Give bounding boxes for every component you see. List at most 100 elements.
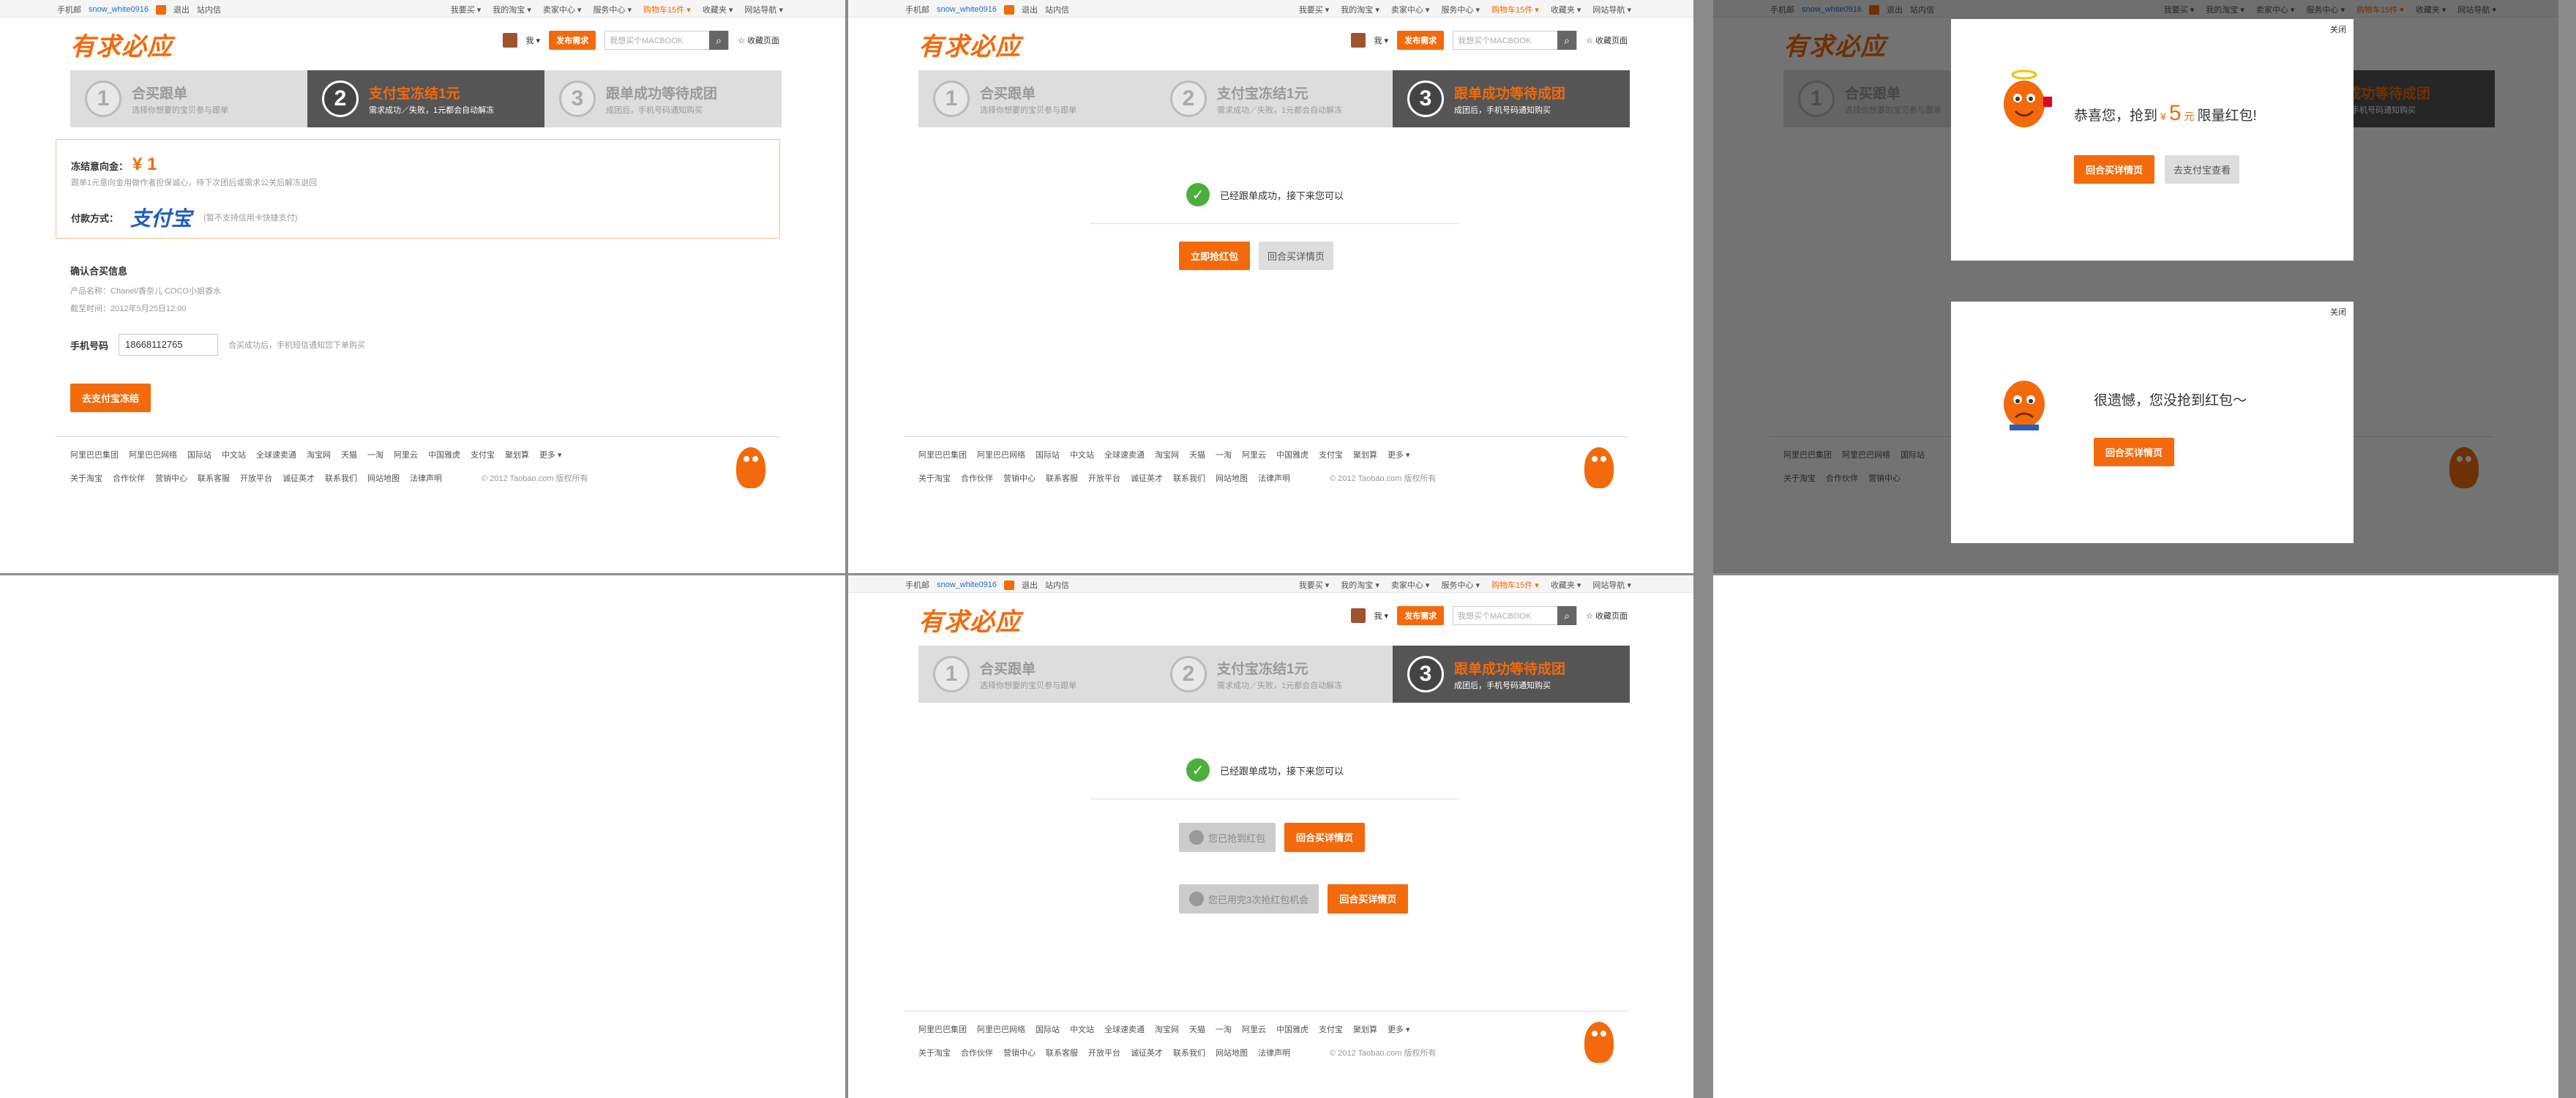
fav-link[interactable]: 收藏夹 ▾	[703, 4, 733, 15]
search-icon[interactable]: ⌕	[709, 31, 729, 50]
cart-link[interactable]: 购物车15件 ▾	[643, 4, 691, 15]
menu-seller[interactable]: 卖家中心 ▾	[1391, 4, 1430, 15]
footer-link[interactable]: 天猫	[1189, 1023, 1205, 1035]
mobile-link[interactable]: 手机邮	[905, 579, 929, 591]
search-input[interactable]: 我想买个MACBOOK ⌕	[1453, 606, 1578, 625]
footer-link[interactable]: 国际站	[1036, 1023, 1060, 1035]
phone-input[interactable]: 18668112765	[119, 334, 219, 356]
footer-link[interactable]: 聚划算	[1353, 1023, 1377, 1035]
footer-link[interactable]: 阿里云	[394, 449, 418, 460]
footer-link[interactable]: 淘宝网	[307, 449, 331, 460]
footer-link[interactable]: 全球速卖通	[256, 449, 296, 460]
footer-link[interactable]: 一淘	[367, 449, 383, 460]
publish-button[interactable]: 发布需求	[1397, 31, 1445, 50]
footer-link[interactable]: 中国雅虎	[1276, 449, 1308, 460]
menu-buy[interactable]: 我要买 ▾	[1299, 579, 1330, 591]
menu-buy[interactable]: 我要买 ▾	[1299, 4, 1330, 15]
logo[interactable]: 有求必应	[70, 26, 173, 62]
menu-buy[interactable]: 我要买 ▾	[451, 4, 482, 15]
mobile-link[interactable]: 手机邮	[57, 4, 81, 15]
footer-link[interactable]: 诚征英才	[1131, 472, 1163, 484]
footer-link[interactable]: 联系客服	[1046, 1047, 1078, 1058]
footer-link[interactable]: 阿里巴巴网络	[977, 1023, 1025, 1035]
logout-link[interactable]: 退出	[1022, 579, 1038, 591]
footer-link[interactable]: 法律声明	[410, 472, 442, 484]
menu-service[interactable]: 服务中心 ▾	[593, 4, 632, 15]
user-menu[interactable]: 我 ▾	[1374, 34, 1389, 46]
logout-link[interactable]: 退出	[1022, 4, 1038, 15]
logout-link[interactable]: 退出	[173, 4, 190, 15]
footer-link[interactable]: 联系客服	[198, 472, 230, 484]
footer-link[interactable]: 淘宝网	[1155, 1023, 1179, 1035]
footer-link[interactable]: 一淘	[1216, 1023, 1232, 1035]
avatar[interactable]	[502, 33, 517, 48]
footer-link[interactable]: 合作伙伴	[961, 472, 993, 484]
menu-mytaobao[interactable]: 我的淘宝 ▾	[493, 4, 531, 15]
menu-mytaobao[interactable]: 我的淘宝 ▾	[1341, 4, 1379, 15]
menu-seller[interactable]: 卖家中心 ▾	[543, 4, 582, 15]
inbox-link[interactable]: 站内信	[1045, 579, 1069, 591]
footer-link[interactable]: 聚划算	[1353, 449, 1377, 460]
close-button[interactable]: 关闭	[2330, 23, 2346, 35]
footer-link[interactable]: 天猫	[1189, 449, 1205, 460]
footer-link[interactable]: 阿里巴巴集团	[918, 1023, 967, 1035]
footer-link[interactable]: 阿里巴巴集团	[70, 449, 119, 460]
pay-alipay-button[interactable]: 去支付宝冻结	[70, 384, 151, 412]
footer-link[interactable]: 联系客服	[1046, 472, 1078, 484]
footer-link[interactable]: 网站地图	[1216, 1047, 1248, 1058]
user-menu[interactable]: 我 ▾	[1374, 610, 1389, 621]
footer-link[interactable]: 淘宝网	[1155, 449, 1179, 460]
footer-link[interactable]: 联系我们	[1173, 1047, 1205, 1058]
footer-more[interactable]: 更多 ▾	[539, 449, 562, 460]
footer-link[interactable]: 关于淘宝	[918, 1047, 951, 1058]
footer-link[interactable]: 支付宝	[1319, 449, 1343, 460]
sitenav-link[interactable]: 网站导航 ▾	[744, 4, 783, 15]
search-icon[interactable]: ⌕	[1557, 31, 1577, 50]
footer-link[interactable]: 阿里巴巴网络	[129, 449, 177, 460]
sitenav-link[interactable]: 网站导航 ▾	[1592, 579, 1631, 591]
avatar[interactable]	[1350, 33, 1366, 48]
fav-link[interactable]: 收藏夹 ▾	[1551, 4, 1581, 15]
footer-link[interactable]: 网站地图	[367, 472, 400, 484]
footer-link[interactable]: 国际站	[1036, 449, 1060, 460]
footer-link[interactable]: 阿里云	[1242, 1023, 1266, 1035]
footer-link[interactable]: 网站地图	[1216, 472, 1248, 484]
back-to-detail-button[interactable]: 回合买详情页	[1328, 884, 1409, 914]
footer-link[interactable]: 营销中心	[155, 472, 187, 484]
user-link[interactable]: snow_white0916	[937, 5, 997, 14]
bookmark-link[interactable]: ☆ 收藏页面	[1586, 34, 1628, 46]
close-button[interactable]: 关闭	[2330, 306, 2346, 318]
back-to-detail-button[interactable]: 回合买详情页	[1284, 823, 1366, 852]
footer-link[interactable]: 中文站	[1070, 1023, 1094, 1035]
search-input[interactable]: 我想买个MACBOOK ⌕	[1453, 31, 1578, 50]
footer-link[interactable]: 诚征英才	[1131, 1047, 1163, 1058]
cart-link[interactable]: 购物车15件 ▾	[1491, 579, 1539, 591]
menu-service[interactable]: 服务中心 ▾	[1441, 4, 1480, 15]
footer-link[interactable]: 法律声明	[1258, 1047, 1290, 1058]
footer-link[interactable]: 一淘	[1216, 449, 1232, 460]
footer-link[interactable]: 阿里巴巴集团	[918, 449, 967, 460]
user-link[interactable]: snow_white0916	[937, 580, 997, 589]
publish-button[interactable]: 发布需求	[549, 31, 596, 50]
footer-link[interactable]: 联系我们	[1173, 472, 1205, 484]
bookmark-link[interactable]: ☆ 收藏页面	[1586, 610, 1628, 621]
footer-link[interactable]: 营销中心	[1003, 1047, 1036, 1058]
inbox-link[interactable]: 站内信	[1045, 4, 1069, 15]
footer-more[interactable]: 更多 ▾	[1388, 1023, 1410, 1035]
footer-link[interactable]: 联系我们	[325, 472, 357, 484]
footer-link[interactable]: 天猫	[341, 449, 357, 460]
footer-link[interactable]: 中文站	[222, 449, 246, 460]
inbox-link[interactable]: 站内信	[197, 4, 221, 15]
back-to-detail-button[interactable]: 回合买详情页	[1259, 242, 1334, 270]
footer-link[interactable]: 全球速卖通	[1104, 449, 1145, 460]
footer-link[interactable]: 合作伙伴	[961, 1047, 993, 1058]
footer-link[interactable]: 支付宝	[471, 449, 495, 460]
avatar[interactable]	[1350, 608, 1366, 623]
footer-link[interactable]: 中文站	[1070, 449, 1094, 460]
footer-link[interactable]: 合作伙伴	[113, 472, 145, 484]
grab-redpacket-button[interactable]: 立即抢红包	[1179, 242, 1251, 270]
fav-link[interactable]: 收藏夹 ▾	[1551, 579, 1581, 591]
user-menu[interactable]: 我 ▾	[526, 34, 541, 46]
logo[interactable]: 有求必应	[918, 602, 1021, 638]
alipay-logo[interactable]: 支付宝	[130, 203, 192, 232]
